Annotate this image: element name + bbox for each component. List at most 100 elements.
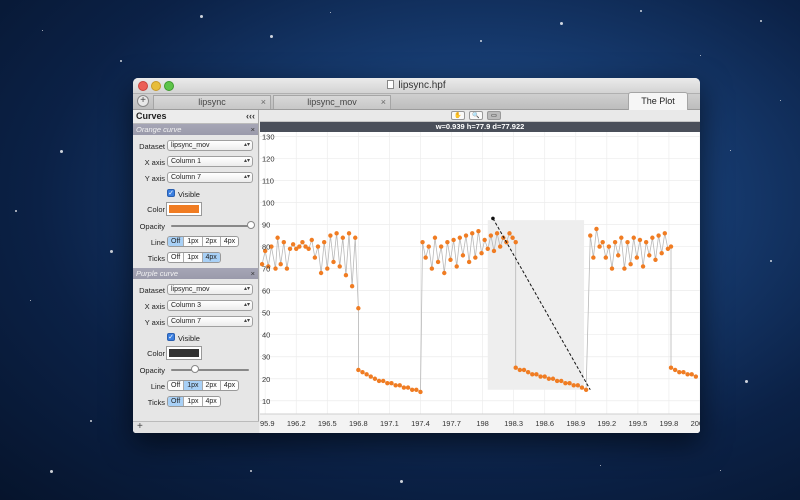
measure-readout: w=0.939 h=77.9 d=77.922	[260, 122, 700, 132]
data-point	[349, 284, 355, 289]
line-width-segmented[interactable]: Off 1px 2px 4px	[167, 236, 240, 247]
data-point	[466, 259, 472, 265]
sidebar-footer: +	[133, 421, 259, 433]
select-caret-icon: ▴▾	[243, 318, 250, 324]
x-tick-label: 196.5	[318, 419, 337, 428]
data-point	[321, 239, 327, 245]
y-axis-select[interactable]: Column 7 ▴▾	[167, 172, 253, 183]
data-point	[510, 235, 515, 240]
data-point	[368, 374, 373, 379]
ticks-label: Ticks	[147, 398, 165, 407]
color-swatch[interactable]	[166, 202, 202, 216]
hand-icon[interactable]: ✋	[451, 111, 465, 120]
opacity-slider[interactable]	[171, 225, 249, 227]
opacity-slider[interactable]	[171, 369, 249, 371]
line-option-2px[interactable]: 2px	[203, 381, 221, 390]
data-point	[525, 369, 531, 375]
line-option-2px[interactable]: 2px	[203, 237, 221, 246]
y-tick-label: 40	[262, 331, 270, 340]
select-icon[interactable]: ▭	[487, 111, 501, 120]
sidebar-title: Curves	[136, 111, 167, 121]
tick-option-1px[interactable]: 1px	[184, 397, 203, 406]
tick-size-segmented[interactable]: Off 1px 4px	[167, 252, 221, 263]
x-tick-label: 198.6	[535, 419, 554, 428]
line-option-1px[interactable]: 1px	[184, 237, 203, 246]
add-curve-button[interactable]: +	[137, 421, 143, 432]
tab-the-plot[interactable]: The Plot	[628, 92, 688, 110]
collapse-sidebar-icon[interactable]: ‹‹‹	[246, 110, 255, 123]
data-point	[337, 264, 342, 269]
y-tick-label: 70	[262, 265, 270, 274]
y-axis-select[interactable]: Column 7 ▴▾	[167, 316, 253, 327]
dataset-select[interactable]: lipsync_mov ▴▾	[167, 284, 253, 295]
add-tab-button[interactable]: +	[137, 95, 149, 107]
visible-checkbox[interactable]: ✓	[167, 189, 175, 197]
data-point	[488, 233, 494, 238]
data-point	[331, 259, 336, 265]
y-tick-label: 110	[262, 176, 274, 185]
line-option-4px[interactable]: 4px	[221, 381, 238, 390]
tick-option-4px[interactable]: 4px	[203, 397, 220, 406]
data-point	[343, 273, 349, 278]
tick-option-4px[interactable]: 4px	[202, 253, 220, 262]
data-point	[482, 237, 487, 243]
line-row: Line Off 1px 2px 4px	[133, 234, 258, 250]
data-point	[442, 270, 447, 276]
line-option-off[interactable]: Off	[168, 237, 185, 246]
line-option-4px[interactable]: 4px	[221, 237, 238, 246]
data-point	[356, 306, 361, 311]
data-point	[619, 235, 624, 240]
data-point	[423, 255, 428, 260]
data-point	[340, 235, 346, 240]
remove-curve-icon[interactable]: ×	[251, 268, 255, 279]
data-point	[625, 239, 630, 245]
data-point	[538, 374, 543, 379]
color-swatch[interactable]	[166, 346, 202, 360]
select-caret-icon: ▴▾	[243, 302, 250, 308]
zoom-icon[interactable]: 🔍	[469, 111, 483, 120]
selection-rect	[487, 220, 585, 390]
line-option-1px[interactable]: 1px	[184, 381, 203, 390]
line-option-off[interactable]: Off	[168, 381, 185, 390]
line-label: Line	[150, 382, 165, 391]
y-tick-label: 20	[262, 375, 270, 384]
remove-curve-icon[interactable]: ×	[251, 124, 255, 135]
data-point	[583, 387, 589, 392]
tab-lipsync[interactable]: lipsync ×	[153, 95, 271, 109]
opacity-slider-knob[interactable]	[191, 365, 199, 373]
data-point	[559, 378, 564, 384]
tick-option-off[interactable]: Off	[168, 253, 185, 262]
tick-option-off[interactable]: Off	[168, 397, 185, 406]
curve-header-purple[interactable]: Purple curve ×	[133, 268, 258, 279]
y-tick-label: 10	[262, 397, 270, 406]
app-window: lipsync.hpf + lipsync × lipsync_mov × Th…	[133, 78, 700, 433]
data-point	[491, 248, 497, 254]
data-point	[389, 380, 394, 386]
visible-checkbox[interactable]: ✓	[167, 333, 175, 341]
data-point	[622, 266, 627, 271]
tick-option-1px[interactable]: 1px	[184, 253, 203, 262]
data-point	[681, 369, 686, 375]
dataset-row: Dataset lipsync_mov ▴▾	[133, 282, 258, 298]
scatter-plot[interactable]: 10 20 30 40 50 60 70 80 90 100 110 120 130 195.9 196.2…	[260, 132, 700, 433]
visible-label: Visible	[178, 334, 200, 343]
line-width-segmented[interactable]: Off 1px 2px 4px	[167, 380, 240, 391]
x-axis-select[interactable]: Column 3 ▴▾	[167, 300, 253, 311]
curve-header-orange[interactable]: Orange curve ×	[133, 124, 258, 135]
tick-size-segmented[interactable]: Off 1px 4px	[167, 396, 221, 407]
data-point	[542, 374, 547, 379]
dataset-label: Dataset	[139, 142, 165, 151]
sidebar-header: Curves ‹‹‹	[133, 110, 258, 124]
x-tick-label: 196.2	[287, 419, 306, 428]
tab-close-icon[interactable]: ×	[261, 96, 266, 109]
x-axis-select[interactable]: Column 1 ▴▾	[167, 156, 253, 167]
data-point	[609, 266, 615, 271]
data-point	[284, 266, 290, 271]
dataset-select[interactable]: lipsync_mov ▴▾	[167, 140, 253, 151]
data-point	[631, 235, 636, 240]
tab-lipsync-mov[interactable]: lipsync_mov ×	[273, 95, 391, 109]
data-point	[287, 246, 293, 251]
tab-close-icon[interactable]: ×	[381, 96, 386, 109]
x-tick-label: 199.8	[660, 419, 679, 428]
opacity-slider-knob[interactable]	[247, 221, 255, 229]
